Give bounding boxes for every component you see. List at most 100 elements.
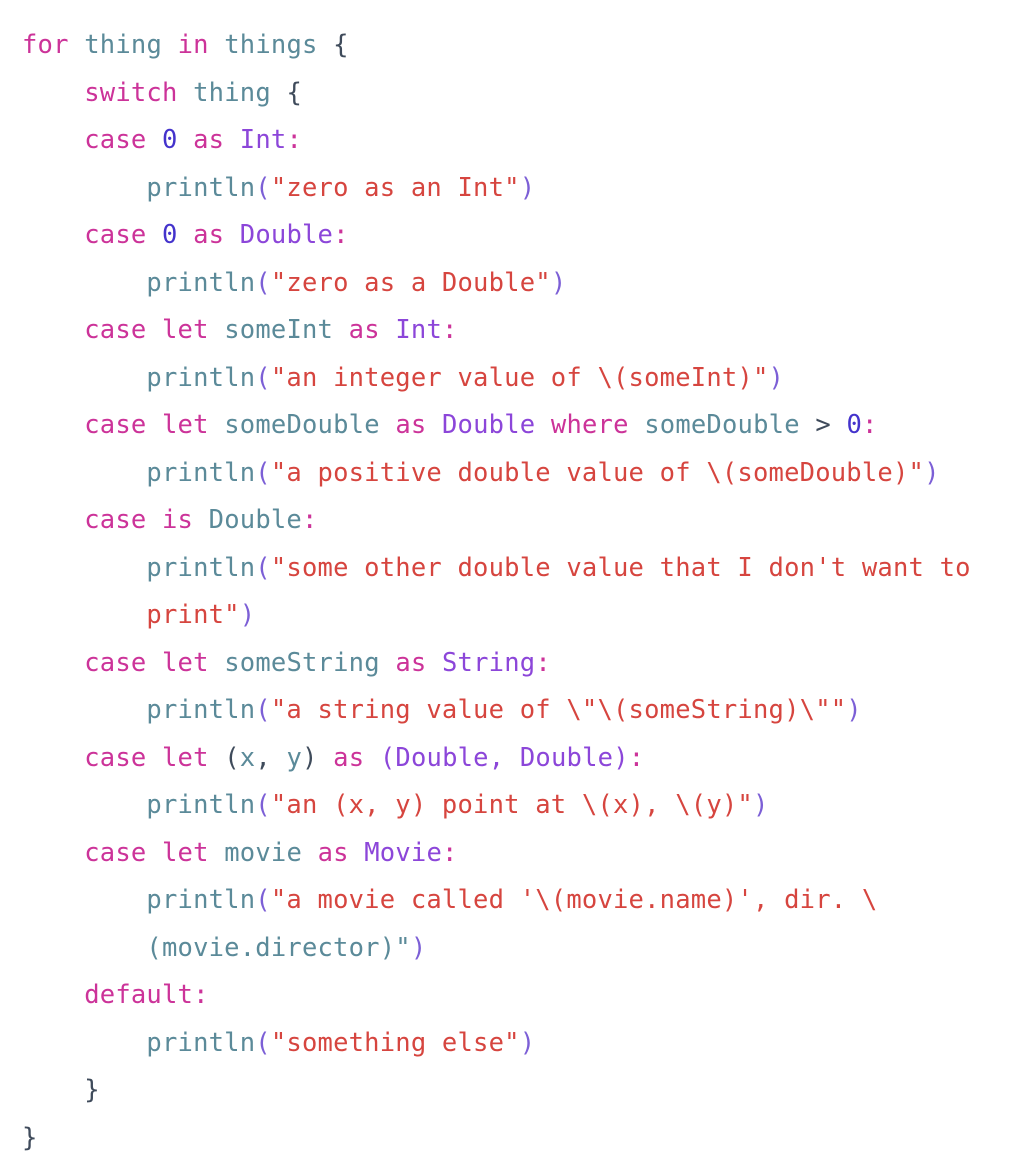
code-line: case let someInt as Int: [22,307,1036,355]
keyword-let: let [162,647,209,678]
colon: : [333,220,349,250]
paren-close: ) [752,790,769,820]
type-string: String [442,647,536,678]
paren-close: ) [410,932,427,963]
identifier-things: things [224,30,318,60]
keyword-as: as [395,647,427,678]
comma: , [488,742,505,773]
string-literal: "a movie called '\(movie.name)', dir. \ [270,885,878,915]
code-line: println("some other double value that I … [22,545,1036,593]
keyword-is: is [162,505,194,535]
code-line: case let someString as String: [22,640,1036,688]
keyword-for: for [22,30,69,60]
string-literal: "a string value of \"\(someString)\"" [270,695,847,725]
function-println: println [146,552,256,583]
code-line: case let movie as Movie: [22,830,1036,878]
colon: : [535,647,551,678]
paren-open: ( [255,1027,271,1058]
code-line: case 0 as Double: [22,212,1036,260]
identifier-x: x [239,742,256,773]
keyword-let: let [162,837,209,868]
string-literal-continuation: print" [146,600,240,630]
code-line: println("a positive double value of \(so… [22,450,1036,498]
colon: : [286,125,303,155]
paren-close: ) [519,1027,536,1058]
number-zero: 0 [162,125,178,155]
type-double: Double [442,410,536,440]
identifier-thing: thing [193,77,271,108]
identifier-thing: thing [84,30,162,60]
code-line: println("an (x, y) point at \(x), \(y)") [22,782,1036,830]
function-println: println [146,267,256,298]
code-line: case is Double: [22,497,1036,545]
string-literal-continuation: (movie.director)" [146,932,411,963]
colon: : [442,315,458,345]
keyword-case: case [84,505,147,535]
colon: : [628,742,645,773]
brace-open: { [286,77,302,108]
keyword-default: default: [84,980,209,1010]
string-literal: "some other double value that I don't wa… [270,552,971,583]
keyword-let: let [162,742,209,773]
paren-open: ( [255,790,271,820]
paren-close: ) [846,695,862,725]
code-line: println("something else") [22,1020,1036,1068]
function-println: println [146,457,256,488]
type-movie: Movie [364,837,442,868]
type-int: Int [239,125,287,155]
keyword-as: as [395,410,427,440]
keyword-case: case [84,647,147,678]
keyword-case: case [84,742,147,773]
code-line: case let (x, y) as (Double, Double): [22,735,1036,783]
code-line: println("an integer value of \(someInt)"… [22,355,1036,403]
keyword-as: as [348,315,380,345]
code-line: for thing in things { [22,22,1036,70]
brace-open: { [333,30,349,60]
paren-open: ( [255,267,271,298]
paren-open: ( [255,457,271,488]
code-line: } [22,1115,1036,1163]
keyword-let: let [162,315,209,345]
function-println: println [146,885,256,915]
identifier-movie: movie [224,837,302,868]
brace-close: } [84,1075,100,1105]
code-line: default: [22,972,1036,1020]
string-literal: "something else" [270,1027,520,1058]
type-double: Double [208,505,302,535]
type-double: Double [395,742,489,773]
keyword-switch: switch [84,77,178,108]
keyword-case: case [84,315,147,345]
keyword-case: case [84,220,147,250]
number-zero: 0 [162,220,178,250]
code-line: case let someDouble as Double where some… [22,402,1036,450]
keyword-in: in [177,30,209,60]
paren-close: ) [239,600,256,630]
code-line: println("a movie called '\(movie.name)',… [22,877,1036,925]
string-literal: "zero as a Double" [270,267,551,298]
function-println: println [146,695,256,725]
code-line: switch thing { [22,70,1036,118]
string-literal: "zero as an Int" [270,172,520,203]
code-line: } [22,1067,1036,1115]
code-line: case 0 as Int: [22,117,1036,165]
keyword-let: let [162,410,209,440]
paren-close: ) [768,362,785,393]
function-println: println [146,790,256,820]
paren-open: ( [255,885,271,915]
paren-close: ) [519,172,536,203]
paren-open: ( [255,552,271,583]
string-literal: "an integer value of \(someInt)" [270,362,769,393]
string-literal: "an (x, y) point at \(x), \(y)" [270,790,753,820]
type-int: Int [395,315,443,345]
keyword-case: case [84,837,147,868]
keyword-as: as [193,220,225,250]
code-line-wrap: print") [22,592,1036,640]
type-double: Double [239,220,334,250]
identifier-somedouble: someDouble [224,410,380,440]
code-block[interactable]: for thing in things { switch thing { cas… [0,0,1036,1170]
code-line: println("a string value of \"\(someStrin… [22,687,1036,735]
function-println: println [146,172,256,203]
colon: : [302,505,318,535]
keyword-case: case [84,125,147,155]
identifier-somedouble: someDouble [644,410,800,440]
